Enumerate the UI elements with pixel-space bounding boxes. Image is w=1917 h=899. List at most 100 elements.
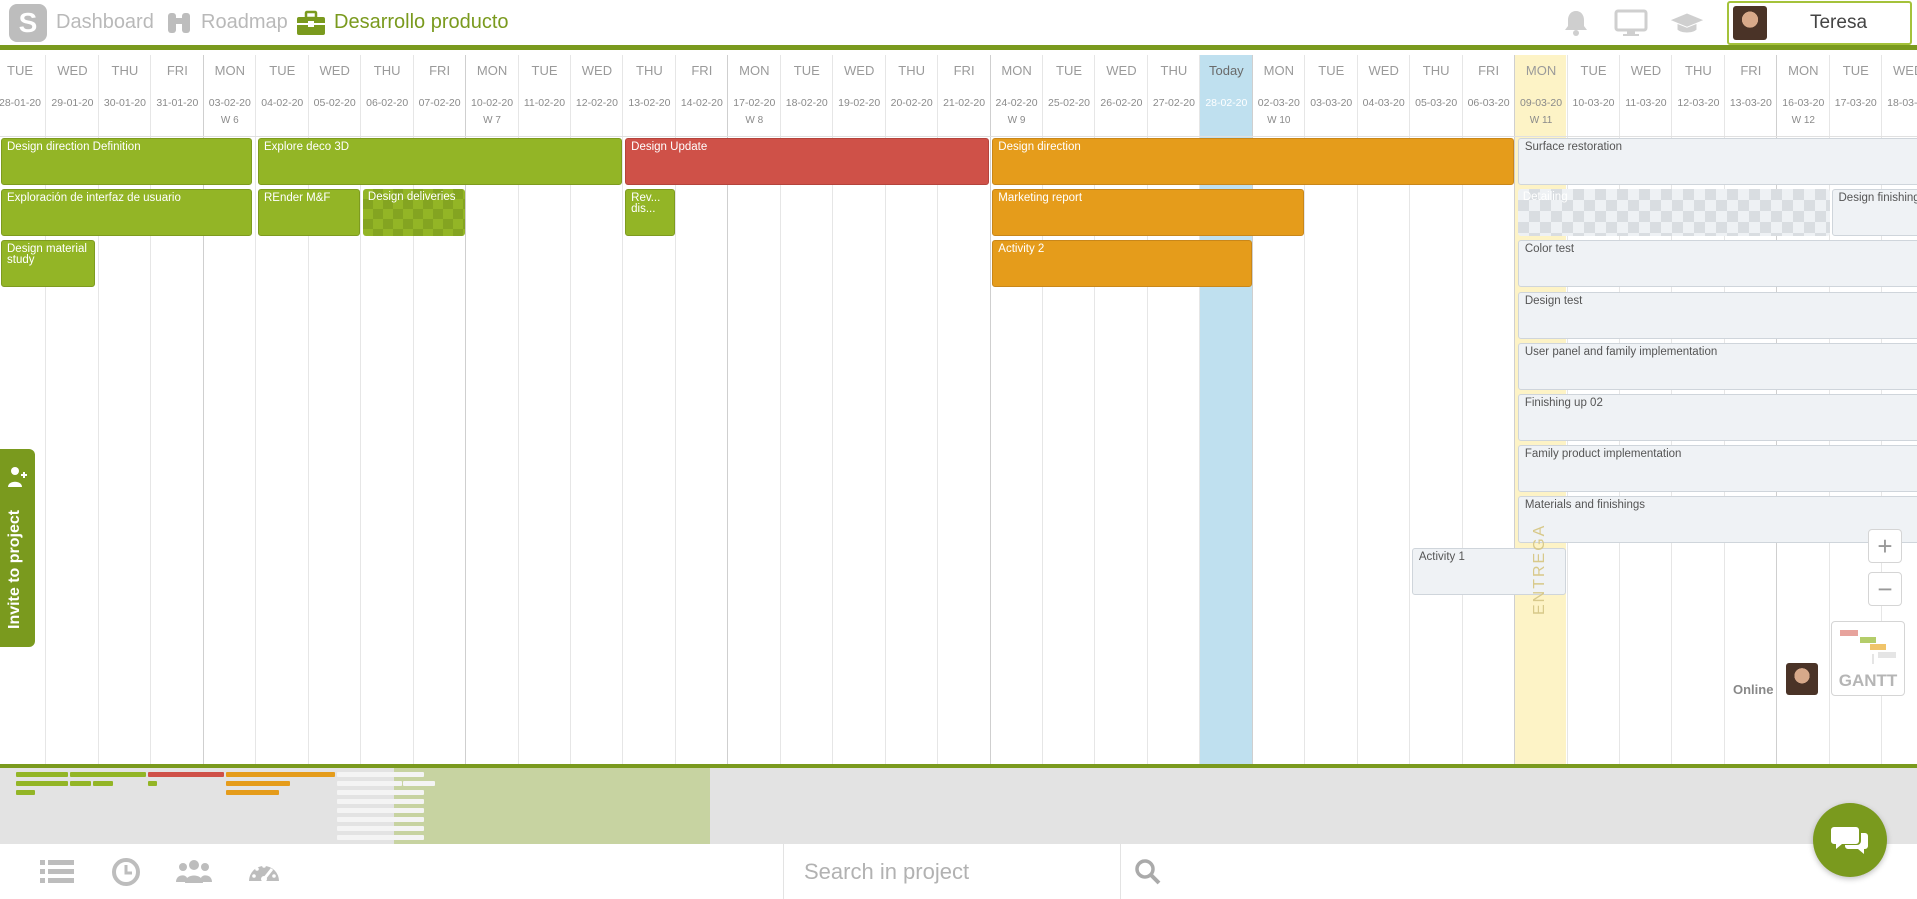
- day-name: MON: [1525, 63, 1557, 78]
- day-date: 26-02-20: [1100, 97, 1143, 109]
- online-user-avatar[interactable]: [1786, 663, 1818, 695]
- day-date: 24-02-20: [995, 97, 1038, 109]
- minimap-task: [337, 808, 424, 813]
- minimap-task: [148, 781, 158, 786]
- task-bar[interactable]: Rev... dis...: [625, 189, 675, 237]
- task-bar[interactable]: Design test: [1517, 291, 1917, 339]
- minimap-task: [16, 772, 68, 777]
- minimap-viewport[interactable]: [394, 768, 710, 844]
- graduation-icon[interactable]: [1669, 5, 1705, 41]
- task-bar[interactable]: Family product implementation: [1517, 445, 1917, 493]
- week-number: W 9: [1007, 115, 1026, 126]
- day-name: FRI: [1740, 63, 1762, 78]
- zoom-out-button[interactable]: −: [1868, 572, 1902, 606]
- minimap-task: [148, 772, 224, 777]
- day-date: 17-03-20: [1834, 97, 1877, 109]
- minimap-task: [70, 772, 147, 777]
- monitor-icon[interactable]: [1613, 5, 1649, 41]
- task-bar[interactable]: Finishing up 02: [1517, 394, 1917, 441]
- day-date: 07-02-20: [418, 97, 461, 109]
- day-date: 20-02-20: [890, 97, 933, 109]
- day-name: TUE: [269, 63, 296, 78]
- nav-project[interactable]: Desarrollo producto: [296, 0, 509, 45]
- task-bar[interactable]: Surface restoration: [1517, 138, 1917, 185]
- day-date: 28-01-20: [0, 97, 42, 109]
- day-date: 12-02-20: [575, 97, 618, 109]
- nav-dashboard[interactable]: S Dashboard: [8, 0, 154, 45]
- day-name: THU: [1160, 63, 1188, 78]
- task-bar[interactable]: Explore deco 3D: [258, 138, 623, 185]
- day-date: 12-03-20: [1677, 97, 1720, 109]
- avatar: [1733, 6, 1767, 40]
- day-date: 16-03-20: [1782, 97, 1825, 109]
- task-bar[interactable]: REnder M&F: [258, 189, 360, 237]
- task-bar[interactable]: Design finishing: [1831, 189, 1917, 237]
- task-bar[interactable]: User panel and family implementation: [1517, 342, 1917, 390]
- task-bar[interactable]: Marketing report: [992, 189, 1304, 237]
- clock-icon[interactable]: [108, 854, 144, 890]
- user-menu[interactable]: Teresa: [1727, 1, 1912, 45]
- day-date: 31-01-20: [156, 97, 199, 109]
- nav-roadmap[interactable]: Roadmap: [165, 0, 288, 45]
- task-bar[interactable]: Design material study: [1, 240, 96, 288]
- gauge-icon[interactable]: [246, 854, 282, 890]
- list-icon[interactable]: [39, 854, 75, 890]
- day-date: 05-03-20: [1415, 97, 1458, 109]
- task-bar[interactable]: Design direction Definition: [1, 138, 253, 185]
- day-date: 02-03-20: [1257, 97, 1300, 109]
- week-number: W 10: [1267, 115, 1291, 126]
- task-bar[interactable]: Exploración de interfaz de usuario: [1, 189, 253, 237]
- minimap-task: [225, 781, 291, 786]
- search-icon[interactable]: [1130, 854, 1166, 890]
- day-name: FRI: [953, 63, 975, 78]
- day-date: 04-02-20: [261, 97, 304, 109]
- day-date: 10-02-20: [471, 97, 514, 109]
- day-date: 18-02-20: [785, 97, 828, 109]
- day-date: 11-02-20: [523, 97, 566, 109]
- day-date: 13-03-20: [1729, 97, 1772, 109]
- minimap-task: [225, 772, 335, 777]
- day-name: TUE: [1318, 63, 1345, 78]
- task-bar[interactable]: Materials and finishings: [1517, 496, 1917, 544]
- users-icon[interactable]: [176, 854, 212, 890]
- day-date: 29-01-20: [51, 97, 94, 109]
- chat-button[interactable]: [1813, 803, 1887, 877]
- search-box[interactable]: [783, 844, 1121, 899]
- task-bar[interactable]: Design deliveries: [363, 189, 465, 236]
- day-name: TUE: [7, 63, 33, 78]
- gantt-label: GANTT: [1838, 671, 1898, 690]
- day-date: 14-02-20: [680, 97, 723, 109]
- day-name: FRI: [691, 63, 713, 78]
- task-bar[interactable]: Color test: [1517, 240, 1917, 288]
- day-name: FRI: [166, 63, 188, 78]
- minimap-task: [337, 790, 424, 795]
- gantt-icon: [1840, 630, 1896, 664]
- day-date: 10-03-20: [1572, 97, 1615, 109]
- day-date: 17-02-20: [733, 97, 776, 109]
- search-input[interactable]: [784, 844, 1120, 899]
- svg-text:S: S: [19, 7, 38, 38]
- day-date: 13-02-20: [628, 97, 671, 109]
- minimap-task: [337, 772, 424, 777]
- timeline: TUE 28-01-20 WED 29-01-20 THU 30-01-20 FRI 31-0…: [0, 55, 1917, 764]
- add-user-icon: [6, 465, 28, 494]
- day-name: TUE: [793, 63, 820, 78]
- task-bar[interactable]: Design direction: [992, 138, 1514, 185]
- task-bar[interactable]: Activity 2: [992, 240, 1252, 288]
- minimap-task: [337, 781, 402, 786]
- day-date: 11-03-20: [1625, 97, 1667, 109]
- minimap[interactable]: [0, 764, 1917, 849]
- day-date: 06-02-20: [366, 97, 409, 109]
- task-bar[interactable]: Detailing: [1518, 189, 1830, 236]
- day-name: THU: [373, 63, 401, 78]
- minimap-task: [225, 790, 280, 795]
- minimap-task: [16, 790, 35, 795]
- invite-to-project-button[interactable]: Invite to project: [0, 449, 35, 647]
- zoom-in-button[interactable]: +: [1868, 529, 1902, 563]
- invite-label: Invite to project: [6, 509, 23, 629]
- bell-icon[interactable]: [1558, 5, 1594, 41]
- day-name: MON: [1001, 63, 1032, 78]
- gantt-view-button[interactable]: GANTT: [1831, 621, 1905, 696]
- task-bar[interactable]: Design Update: [625, 138, 990, 185]
- day-name: WED: [1893, 63, 1917, 78]
